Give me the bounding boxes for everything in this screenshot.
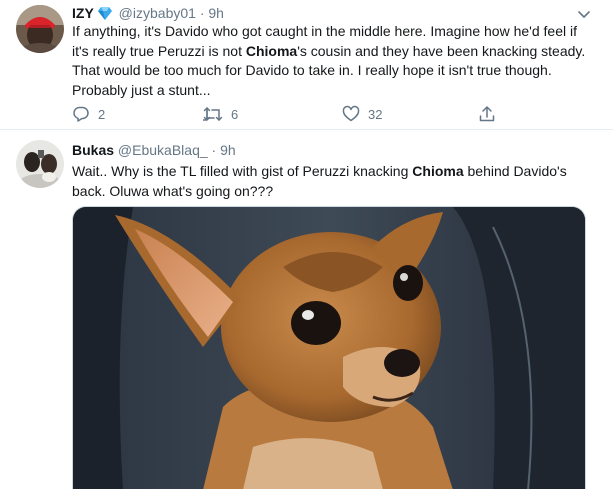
- timestamp[interactable]: 9h: [220, 142, 236, 158]
- tweet-header: Bukas @EbukaBlaq_ · 9h: [72, 141, 236, 159]
- user-handle[interactable]: @izybaby01: [119, 5, 196, 21]
- reply-icon: [72, 105, 90, 123]
- like-icon: [342, 105, 360, 123]
- retweet-button[interactable]: 6: [203, 104, 238, 124]
- chihuahua-photo: [73, 207, 585, 489]
- like-button[interactable]: 32: [342, 104, 382, 124]
- timestamp[interactable]: 9h: [208, 5, 224, 21]
- tweet-media-image[interactable]: [72, 206, 586, 489]
- tweet-header: IZY @izybaby01 · 9h: [72, 4, 224, 24]
- display-name[interactable]: IZY: [72, 5, 94, 21]
- retweet-icon: [203, 105, 223, 123]
- tweet-text-part: Wait.. Why is the TL filled with gist of…: [72, 163, 413, 179]
- tweet-text: Wait.. Why is the TL filled with gist of…: [72, 162, 592, 201]
- avatar[interactable]: [16, 5, 64, 53]
- share-button[interactable]: [478, 104, 496, 124]
- reply-button[interactable]: 2: [72, 104, 105, 124]
- avatar[interactable]: [16, 140, 64, 188]
- tweet-text: If anything, it's Davido who got caught …: [72, 22, 592, 100]
- separator-dot: ·: [211, 142, 217, 158]
- retweet-count: 6: [231, 106, 239, 122]
- like-count: 32: [368, 106, 383, 122]
- tweet[interactable]: IZY @izybaby01 · 9h If anything, it's Da…: [0, 0, 613, 130]
- tweet[interactable]: Bukas @EbukaBlaq_ · 9h Wait.. Why is the…: [0, 130, 613, 489]
- tweet-actions: 2 6 32: [72, 104, 502, 124]
- chevron-down-icon[interactable]: [577, 7, 591, 21]
- share-icon: [478, 105, 496, 123]
- highlighted-keyword: Chioma: [412, 163, 464, 179]
- separator-dot: ·: [199, 5, 205, 21]
- highlighted-keyword: Chioma: [245, 42, 298, 59]
- reply-count: 2: [98, 106, 106, 122]
- user-handle[interactable]: @EbukaBlaq_: [118, 142, 208, 158]
- display-name[interactable]: Bukas: [72, 142, 114, 158]
